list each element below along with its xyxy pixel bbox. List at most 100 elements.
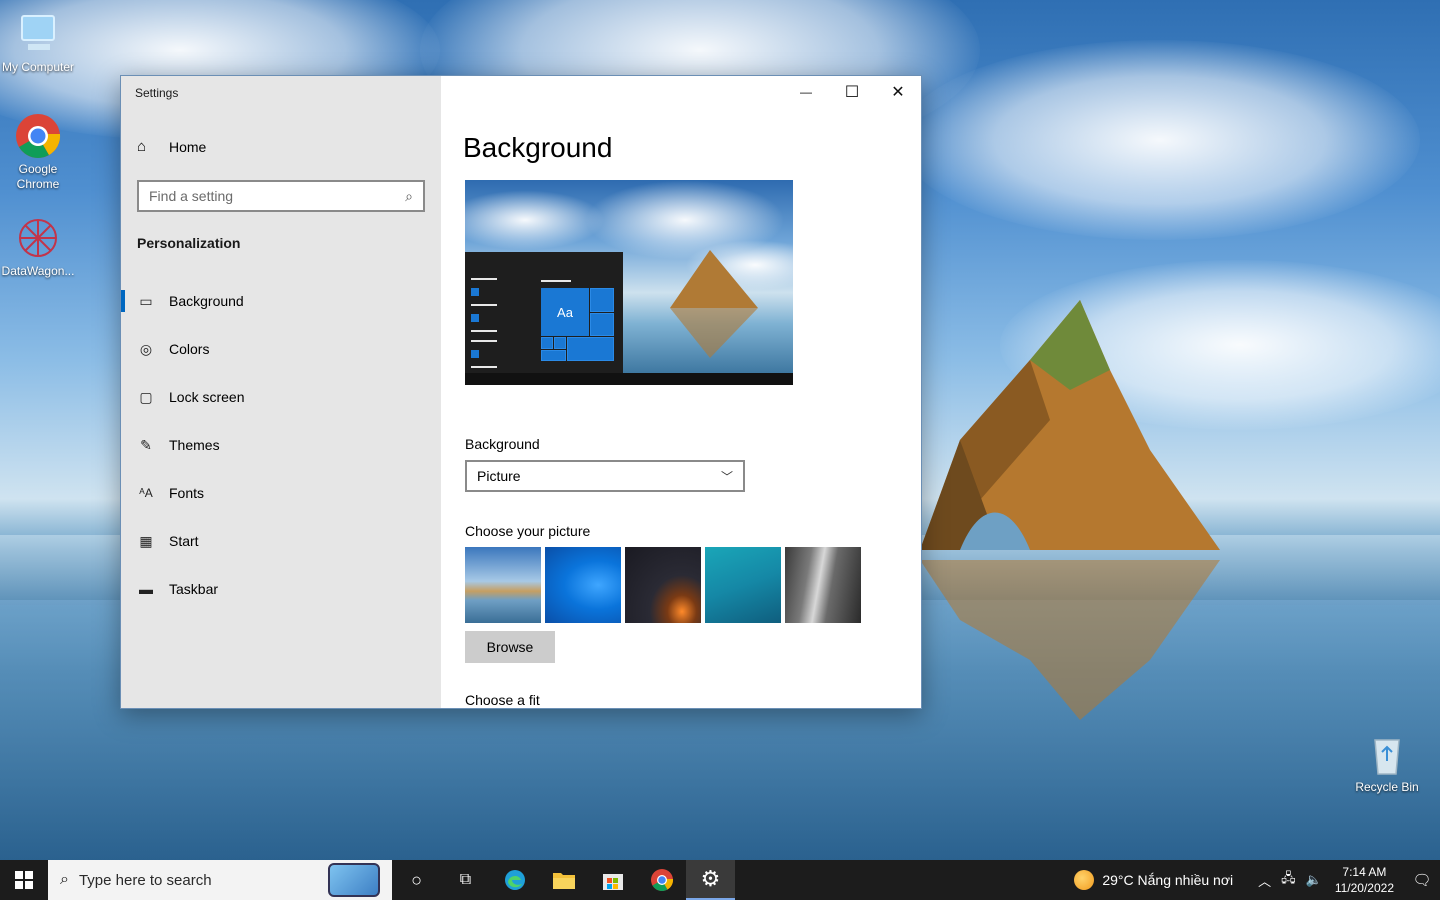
store-button[interactable] <box>588 860 637 900</box>
search-highlight-icon[interactable] <box>328 863 380 897</box>
close-icon: ✕ <box>891 84 905 101</box>
sidebar-item-fonts[interactable]: ᴬA Fonts <box>121 469 441 517</box>
choose-fit-label: Choose a fit <box>465 692 540 708</box>
preview-tile: Aa <box>541 288 589 336</box>
fonts-icon: ᴬA <box>139 486 153 500</box>
start-button[interactable] <box>0 860 48 900</box>
computer-icon <box>14 10 62 58</box>
window-caption-buttons: — ☐ ✕ <box>783 76 921 108</box>
chrome-icon <box>14 112 62 160</box>
close-button[interactable]: ✕ <box>875 76 921 108</box>
weather-sun-icon <box>1074 870 1095 890</box>
desktop-icon-datawagon[interactable]: DataWagon... <box>0 214 76 279</box>
sidebar-item-label: Themes <box>169 437 220 453</box>
notification-button[interactable]: 🗨 <box>1404 871 1440 889</box>
settings-window: Settings ⌂ Home ⌕ Personalization ▭ Back… <box>120 75 922 709</box>
desktop-icon-label: My Computer <box>1 60 75 74</box>
sidebar-item-background[interactable]: ▭ Background <box>121 277 441 325</box>
find-setting-input[interactable] <box>149 188 406 204</box>
sidebar-item-label: Colors <box>169 341 210 357</box>
edge-icon <box>504 870 525 890</box>
page-title: Background <box>463 132 613 163</box>
background-type-dropdown[interactable]: Picture ﹀ <box>465 460 745 492</box>
sidebar-item-label: Fonts <box>169 485 205 501</box>
settings-content: — ☐ ✕ Background Aa Background Picture ﹀… <box>441 76 921 708</box>
chevron-up-icon[interactable]: ︿ <box>1258 871 1271 890</box>
picture-thumbnail[interactable] <box>625 547 701 623</box>
volume-icon[interactable]: 🔈 <box>1306 872 1322 888</box>
folder-icon <box>552 873 575 889</box>
taskbar-search[interactable]: ⌕ <box>48 860 392 900</box>
settings-taskbar-button[interactable]: ⚙ <box>686 860 735 900</box>
desktop-icon-label: Google Chrome <box>16 162 60 191</box>
nav-list: ▭ Background ◎ Colors ▢ Lock screen ✎ Th… <box>121 277 441 613</box>
palette-icon: ◎ <box>139 340 153 357</box>
background-label: Background <box>465 436 540 452</box>
desktop-icon-recycle-bin[interactable]: Recycle Bin <box>1348 730 1426 795</box>
browse-button[interactable]: Browse <box>465 631 555 663</box>
taskbar-icon: ▬ <box>139 581 153 597</box>
nav-home[interactable]: ⌂ Home <box>137 138 206 155</box>
chrome-taskbar-button[interactable] <box>637 860 686 900</box>
sidebar-item-start[interactable]: ▦ Start <box>121 517 441 565</box>
sidebar-item-taskbar[interactable]: ▬ Taskbar <box>121 565 441 613</box>
rock-island <box>920 300 1220 720</box>
nav-home-label: Home <box>169 138 207 155</box>
sidebar-item-label: Lock screen <box>169 389 245 405</box>
task-view-icon: ⧉ <box>459 871 472 888</box>
cortana-button[interactable]: ○ <box>392 860 441 900</box>
preview-start-menu: Aa <box>465 252 623 373</box>
sidebar-item-label: Background <box>169 293 244 309</box>
store-icon <box>602 874 623 890</box>
weather-text: 29°C Nắng nhiều nơi <box>1102 872 1234 888</box>
find-setting-search[interactable]: ⌕ <box>137 180 425 212</box>
start-icon: ▦ <box>139 532 153 549</box>
chrome-icon <box>650 869 673 891</box>
search-icon: ⌕ <box>60 871 69 888</box>
themes-icon: ✎ <box>140 436 152 453</box>
picture-thumbnail[interactable] <box>545 547 621 623</box>
clock[interactable]: 7:14 AM 11/20/2022 <box>1335 864 1394 896</box>
windows-logo-icon <box>15 871 33 889</box>
section-heading: Personalization <box>137 235 241 251</box>
home-icon: ⌂ <box>137 138 147 155</box>
search-icon[interactable]: ⌕ <box>405 188 413 205</box>
background-preview: Aa <box>465 180 793 385</box>
system-tray: 29°C Nắng nhiều nơi ︿ 🖧 🔈 7:14 AM 11/20/… <box>1074 860 1440 900</box>
datawagon-icon <box>14 214 62 262</box>
choose-picture-label: Choose your picture <box>465 523 591 539</box>
sidebar-item-themes[interactable]: ✎ Themes <box>121 421 441 469</box>
weather-widget[interactable]: 29°C Nắng nhiều nơi <box>1074 870 1233 890</box>
picture-thumbnail[interactable] <box>785 547 861 623</box>
task-view-button[interactable]: ⧉ <box>441 860 490 900</box>
chevron-down-icon: ﹀ <box>720 469 733 484</box>
desktop-icon-my-computer[interactable]: My Computer <box>0 10 76 75</box>
sidebar-item-colors[interactable]: ◎ Colors <box>121 325 441 373</box>
file-explorer-button[interactable] <box>539 860 588 900</box>
desktop-icon-google-chrome[interactable]: Google Chrome <box>0 112 76 192</box>
picture-thumbnails <box>465 547 865 623</box>
background-type-value: Picture <box>477 468 521 484</box>
cortana-icon: ○ <box>411 869 422 890</box>
minimize-button[interactable]: — <box>783 76 829 108</box>
taskbar: ⌕ ○ ⧉ ⚙ 29°C Nắng nhiều nơi ︿ 🖧 🔈 7:14 A… <box>0 860 1440 900</box>
settings-sidebar: Settings ⌂ Home ⌕ Personalization ▭ Back… <box>121 76 441 708</box>
edge-button[interactable] <box>490 860 539 900</box>
taskbar-search-input[interactable] <box>78 871 299 889</box>
desktop-icon-label: Recycle Bin <box>1355 780 1419 794</box>
maximize-button[interactable]: ☐ <box>829 76 875 108</box>
sidebar-item-lock-screen[interactable]: ▢ Lock screen <box>121 373 441 421</box>
network-icon[interactable]: 🖧 <box>1281 869 1296 891</box>
desktop-icon-label: DataWagon... <box>1 264 75 278</box>
picture-icon: ▭ <box>139 292 153 309</box>
picture-thumbnail[interactable] <box>705 547 781 623</box>
sidebar-item-label: Taskbar <box>169 581 219 597</box>
picture-thumbnail[interactable] <box>465 547 541 623</box>
clock-date: 11/20/2022 <box>1334 881 1394 895</box>
recycle-bin-icon <box>1363 730 1411 778</box>
notification-icon: 🗨 <box>1412 872 1432 889</box>
window-title: Settings <box>135 86 179 100</box>
maximize-icon: ☐ <box>844 84 860 101</box>
lock-screen-icon: ▢ <box>139 388 153 405</box>
minimize-icon: — <box>800 85 812 99</box>
